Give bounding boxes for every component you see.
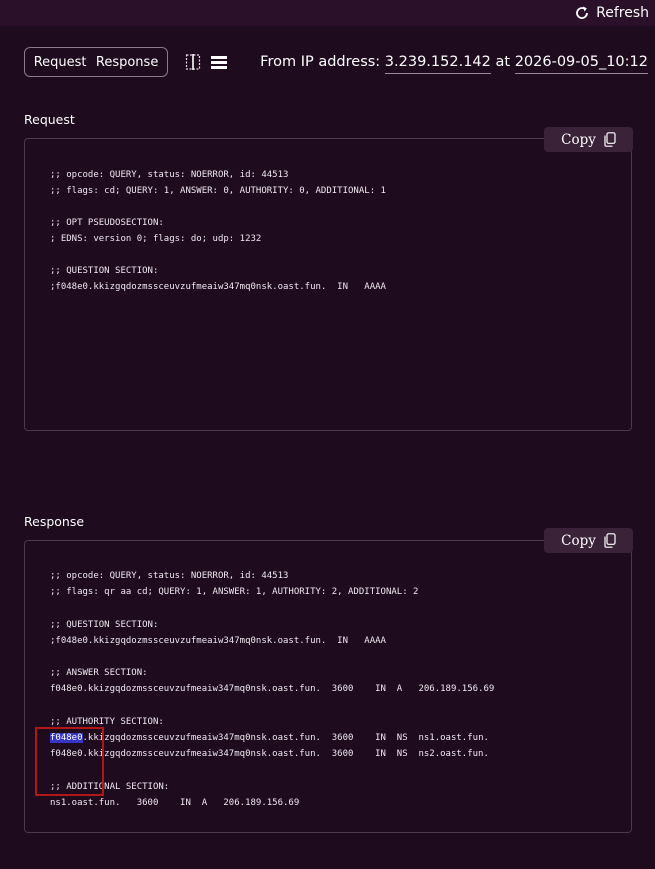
ip-address: 3.239.152.142: [384, 54, 491, 74]
toggle-request[interactable]: Request: [34, 55, 87, 70]
request-line: ;; flags: cd; QUERY: 1, ANSWER: 0, AUTHO…: [50, 186, 386, 196]
request-copy-label: Copy: [561, 131, 596, 148]
response-line: ;; ADDITIONAL SECTION:: [50, 781, 170, 792]
selected-text[interactable]: f048e0: [50, 733, 83, 743]
response-panel: ;; opcode: QUERY, status: NOERROR, id: 4…: [24, 540, 632, 833]
request-line: ;; opcode: QUERY, status: NOERROR, id: 4…: [50, 170, 289, 180]
response-copy-label: Copy: [561, 532, 596, 549]
request-line: ; EDNS: version 0; flags: do; udp: 1232: [50, 234, 262, 244]
refresh-label: Refresh: [596, 5, 649, 21]
top-bar: Refresh: [0, 0, 655, 26]
response-line-highlighted: f048e0.kkizgqdozmssceuvzufmeaiw347mq0nsk…: [50, 730, 489, 746]
copy-icon: [604, 132, 616, 147]
request-line: ;f048e0.kkizgqdozmssceuvzufmeaiw347mq0ns…: [50, 282, 386, 292]
response-line: ;; opcode: QUERY, status: NOERROR, id: 4…: [50, 571, 289, 581]
copy-icon: [604, 533, 616, 548]
refresh-icon: [576, 6, 589, 19]
response-copy-button[interactable]: Copy: [544, 528, 633, 553]
response-line: ;; AUTHORITY SECTION:: [50, 716, 164, 727]
refresh-button[interactable]: Refresh: [574, 3, 649, 23]
response-line: ;f048e0.kkizgqdozmssceuvzufmeaiw347mq0ns…: [50, 635, 386, 646]
request-line: ;; OPT PSEUDOSECTION:: [50, 218, 164, 228]
response-line: ;; ANSWER SECTION:: [50, 668, 148, 679]
request-line: ;; QUESTION SECTION:: [50, 266, 159, 276]
toggle-response[interactable]: Response: [96, 55, 158, 70]
ip-timestamp: 2026-09-05_10:12: [514, 54, 648, 74]
stacked-view-icon[interactable]: [211, 53, 227, 71]
request-section-label: Request: [24, 112, 75, 127]
response-line: ns1.oast.fun. 3600 IN A 206.189.156.69: [50, 797, 300, 808]
response-section-label: Response: [24, 514, 85, 529]
ip-prefix: From IP address:: [260, 54, 381, 70]
split-view-icon[interactable]: [185, 53, 201, 71]
request-response-toggle: Request Response: [24, 47, 168, 77]
ip-info: From IP address: 3.239.152.142 at 2026-0…: [260, 54, 648, 74]
ip-at: at: [495, 54, 511, 70]
response-line: f048e0.kkizgqdozmssceuvzufmeaiw347mq0nsk…: [50, 749, 489, 760]
response-line: f048e0.kkizgqdozmssceuvzufmeaiw347mq0nsk…: [50, 684, 495, 695]
request-copy-button[interactable]: Copy: [544, 127, 633, 152]
response-line: ;; flags: qr aa cd; QUERY: 1, ANSWER: 1,…: [50, 587, 419, 598]
view-mode-switch: [185, 53, 227, 71]
response-line: ;; QUESTION SECTION:: [50, 619, 159, 630]
line-rest: .kkizgqdozmssceuvzufmeaiw347mq0nsk.oast.…: [82, 733, 489, 743]
request-panel: ;; opcode: QUERY, status: NOERROR, id: 4…: [24, 138, 632, 431]
